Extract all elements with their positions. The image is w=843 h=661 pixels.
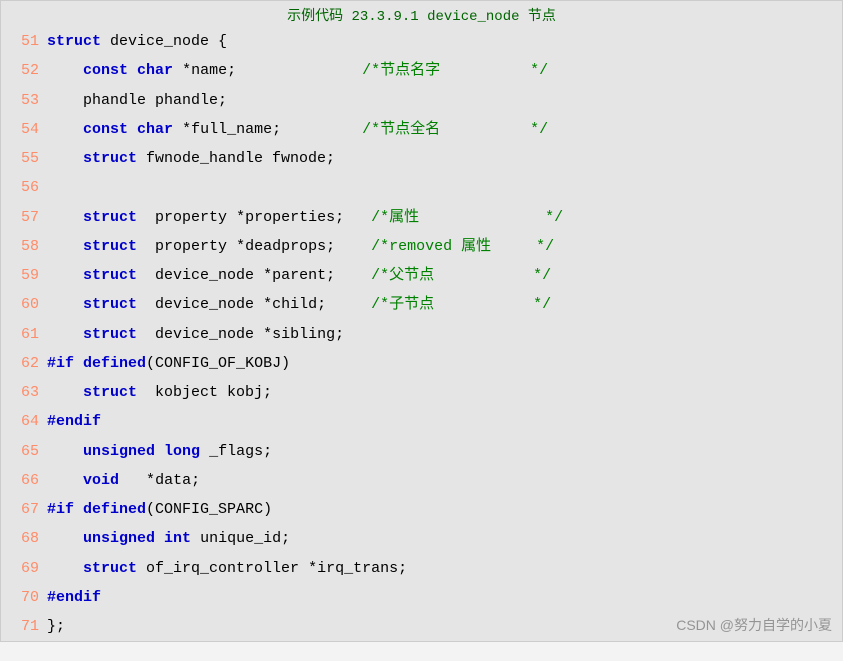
line-number: 60	[1, 290, 47, 319]
code-line: 62#if defined(CONFIG_OF_KOBJ)	[1, 349, 842, 378]
line-code: #endif	[47, 583, 842, 612]
code-line: 65 unsigned long _flags;	[1, 437, 842, 466]
line-code: const char *name; /*节点名字 */	[47, 56, 842, 85]
line-number: 70	[1, 583, 47, 612]
code-line: 59 struct device_node *parent; /*父节点 */	[1, 261, 842, 290]
code-line: 56	[1, 173, 842, 202]
line-number: 57	[1, 203, 47, 232]
line-code: phandle phandle;	[47, 86, 842, 115]
line-code: struct device_node *parent; /*父节点 */	[47, 261, 842, 290]
code-line: 58 struct property *deadprops; /*removed…	[1, 232, 842, 261]
line-number: 51	[1, 27, 47, 56]
line-number: 52	[1, 56, 47, 85]
line-code: struct device_node *sibling;	[47, 320, 842, 349]
code-line: 68 unsigned int unique_id;	[1, 524, 842, 553]
line-number: 63	[1, 378, 47, 407]
comment: /*节点名字 */	[362, 62, 548, 79]
line-code: struct device_node {	[47, 27, 842, 56]
line-number: 59	[1, 261, 47, 290]
code-line: 64#endif	[1, 407, 842, 436]
comment: /*子节点 */	[371, 296, 551, 313]
comment: /*节点全名 */	[362, 121, 548, 138]
line-code: const char *full_name; /*节点全名 */	[47, 115, 842, 144]
line-number: 58	[1, 232, 47, 261]
line-number: 71	[1, 612, 47, 641]
line-code: struct fwnode_handle fwnode;	[47, 144, 842, 173]
code-line: 61 struct device_node *sibling;	[1, 320, 842, 349]
line-number: 65	[1, 437, 47, 466]
line-number: 54	[1, 115, 47, 144]
listing-title: 示例代码 23.3.9.1 device_node 节点	[1, 1, 842, 27]
line-code: #if defined(CONFIG_SPARC)	[47, 495, 842, 524]
code-line: 71};	[1, 612, 842, 641]
line-code: struct kobject kobj;	[47, 378, 842, 407]
line-code: struct property *properties; /*属性 */	[47, 203, 842, 232]
code-line: 63 struct kobject kobj;	[1, 378, 842, 407]
line-code: struct device_node *child; /*子节点 */	[47, 290, 842, 319]
code-line: 51struct device_node {	[1, 27, 842, 56]
code-line: 55 struct fwnode_handle fwnode;	[1, 144, 842, 173]
comment: /*父节点 */	[371, 267, 551, 284]
code-line: 67#if defined(CONFIG_SPARC)	[1, 495, 842, 524]
code-line: 52 const char *name; /*节点名字 */	[1, 56, 842, 85]
code-line: 53 phandle phandle;	[1, 86, 842, 115]
line-code: #if defined(CONFIG_OF_KOBJ)	[47, 349, 842, 378]
line-number: 69	[1, 554, 47, 583]
line-code: struct property *deadprops; /*removed 属性…	[47, 232, 842, 261]
line-number: 61	[1, 320, 47, 349]
line-number: 66	[1, 466, 47, 495]
code-lines: 51struct device_node {52 const char *nam…	[1, 27, 842, 641]
line-code: #endif	[47, 407, 842, 436]
code-line: 57 struct property *properties; /*属性 */	[1, 203, 842, 232]
code-line: 60 struct device_node *child; /*子节点 */	[1, 290, 842, 319]
code-line: 66 void *data;	[1, 466, 842, 495]
comment: /*removed 属性 */	[371, 238, 554, 255]
code-listing: 示例代码 23.3.9.1 device_node 节点 51struct de…	[0, 0, 843, 642]
code-line: 54 const char *full_name; /*节点全名 */	[1, 115, 842, 144]
line-number: 56	[1, 173, 47, 202]
comment: /*属性 */	[371, 209, 563, 226]
line-number: 55	[1, 144, 47, 173]
line-code: struct of_irq_controller *irq_trans;	[47, 554, 842, 583]
line-number: 68	[1, 524, 47, 553]
line-number: 64	[1, 407, 47, 436]
line-number: 62	[1, 349, 47, 378]
line-code: void *data;	[47, 466, 842, 495]
line-number: 53	[1, 86, 47, 115]
code-line: 69 struct of_irq_controller *irq_trans;	[1, 554, 842, 583]
code-line: 70#endif	[1, 583, 842, 612]
line-code: };	[47, 612, 842, 641]
line-code: unsigned int unique_id;	[47, 524, 842, 553]
line-code: unsigned long _flags;	[47, 437, 842, 466]
line-number: 67	[1, 495, 47, 524]
